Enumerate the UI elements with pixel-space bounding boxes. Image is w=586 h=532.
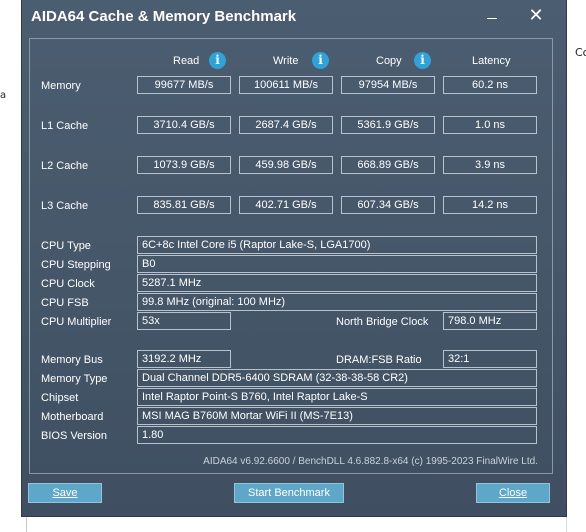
- write-column-header: Write: [273, 55, 299, 67]
- save-button-label: Save: [52, 487, 78, 499]
- background-text-fragment: Co: [575, 46, 586, 59]
- l2-write-value: 459.98 GB/s: [239, 156, 333, 174]
- memory-copy-value: 97954 MB/s: [341, 76, 435, 94]
- l3-cache-row-label: L3 Cache: [41, 200, 89, 212]
- minimize-icon: [487, 18, 497, 19]
- background-window-right: Co: [566, 0, 586, 532]
- memory-type-label: Memory Type: [41, 373, 108, 385]
- background-text-fragment: a: [0, 90, 7, 101]
- cpu-fsb-value: 99.8 MHz (original: 100 MHz): [137, 293, 537, 311]
- l2-read-value: 1073.9 GB/s: [137, 156, 231, 174]
- cpu-multiplier-value: 53x: [137, 312, 231, 330]
- write-info-icon[interactable]: i: [312, 52, 329, 69]
- l2-cache-row-label: L2 Cache: [41, 160, 89, 172]
- close-window-button[interactable]: ✕: [518, 4, 554, 28]
- read-info-icon[interactable]: i: [209, 52, 226, 69]
- cpu-type-value: 6C+8c Intel Core i5 (Raptor Lake-S, LGA1…: [137, 236, 537, 254]
- l3-copy-value: 607.34 GB/s: [341, 196, 435, 214]
- start-benchmark-button[interactable]: Start Benchmark: [234, 483, 344, 503]
- version-copyright-text: AIDA64 v6.92.6600 / BenchDLL 4.6.882.8-x…: [203, 456, 538, 467]
- cpu-clock-label: CPU Clock: [41, 278, 95, 290]
- memory-read-value: 99677 MB/s: [137, 76, 231, 94]
- motherboard-value: MSI MAG B760M Mortar WiFi II (MS-7E13): [137, 407, 537, 425]
- copy-column-header: Copy: [376, 55, 402, 67]
- l3-latency-value: 14.2 ns: [443, 196, 537, 214]
- memory-type-value: Dual Channel DDR5-6400 SDRAM (32-38-38-5…: [137, 369, 537, 387]
- background-window-bottom: [22, 516, 566, 532]
- memory-row-label: Memory: [41, 80, 81, 92]
- read-column-header: Read: [173, 55, 200, 67]
- close-button-label: Close: [498, 487, 528, 499]
- close-icon: ✕: [528, 5, 544, 26]
- cpu-type-label: CPU Type: [41, 240, 91, 252]
- cpu-stepping-label: CPU Stepping: [41, 259, 111, 271]
- benchmark-window: AIDA64 Cache & Memory Benchmark ✕ Read i…: [22, 0, 566, 516]
- cpu-multiplier-label: CPU Multiplier: [41, 316, 112, 328]
- memory-bus-value: 3192.2 MHz: [137, 350, 231, 368]
- memory-bus-label: Memory Bus: [41, 354, 103, 366]
- title-bar[interactable]: AIDA64 Cache & Memory Benchmark ✕: [22, 0, 566, 36]
- north-bridge-clock-label: North Bridge Clock: [336, 316, 429, 328]
- l2-copy-value: 668.89 GB/s: [341, 156, 435, 174]
- l1-cache-row-label: L1 Cache: [41, 120, 89, 132]
- chipset-label: Chipset: [41, 392, 79, 404]
- north-bridge-clock-value: 798.0 MHz: [443, 312, 537, 330]
- window-title: AIDA64 Cache & Memory Benchmark: [31, 8, 297, 25]
- close-button[interactable]: Close: [476, 483, 550, 503]
- minimize-button[interactable]: [474, 4, 510, 28]
- cpu-clock-value: 5287.1 MHz: [137, 274, 537, 292]
- memory-latency-value: 60.2 ns: [443, 76, 537, 94]
- background-divider: [26, 516, 27, 532]
- latency-column-header: Latency: [472, 55, 511, 67]
- dram-fsb-ratio-label: DRAM:FSB Ratio: [336, 354, 422, 366]
- motherboard-label: Motherboard: [41, 411, 104, 423]
- cpu-stepping-value: B0: [137, 255, 537, 273]
- chipset-value: Intel Raptor Point-S B760, Intel Raptor …: [137, 388, 537, 406]
- copy-info-icon[interactable]: i: [414, 52, 431, 69]
- bios-version-value: 1.80: [137, 426, 537, 444]
- l3-read-value: 835.81 GB/s: [137, 196, 231, 214]
- cpu-fsb-label: CPU FSB: [41, 297, 89, 309]
- background-window-left: a: [0, 0, 22, 532]
- memory-write-value: 100611 MB/s: [239, 76, 333, 94]
- save-button[interactable]: Save: [28, 483, 102, 503]
- l1-read-value: 3710.4 GB/s: [137, 116, 231, 134]
- l1-write-value: 2687.4 GB/s: [239, 116, 333, 134]
- l1-copy-value: 5361.9 GB/s: [341, 116, 435, 134]
- dram-fsb-ratio-value: 32:1: [443, 350, 537, 368]
- l3-write-value: 402.71 GB/s: [239, 196, 333, 214]
- bios-version-label: BIOS Version: [41, 430, 108, 442]
- l1-latency-value: 1.0 ns: [443, 116, 537, 134]
- start-benchmark-button-label: Start Benchmark: [248, 487, 330, 499]
- results-panel: Read i Write i Copy i Latency Memory 996…: [29, 38, 553, 474]
- l2-latency-value: 3.9 ns: [443, 156, 537, 174]
